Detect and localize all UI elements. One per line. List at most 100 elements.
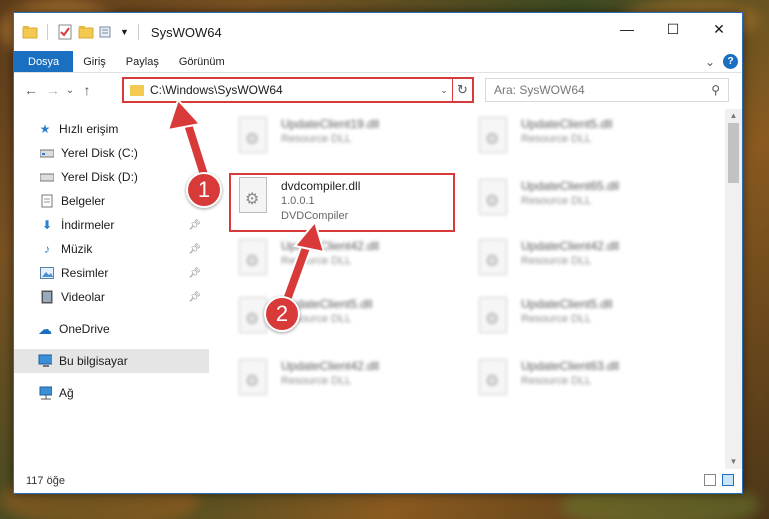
drive-icon — [40, 146, 54, 160]
file-item[interactable]: ⚙ UpdateClient5.dll Resource DLL — [471, 295, 691, 353]
step-2-badge: 2 — [264, 296, 300, 332]
file-version: 1.0.0.1 — [281, 195, 315, 207]
sidebar-item-label: Resimler — [61, 266, 109, 280]
address-bar[interactable]: C:\Windows\SysWOW64 ⌄ ↻ — [122, 77, 474, 103]
file-name: UpdateClient5.dll — [521, 117, 613, 131]
pin-icon[interactable]: 📌︎ — [188, 268, 201, 279]
file-name: UpdateClient42.dll — [281, 239, 380, 253]
tab-view[interactable]: Görünüm — [169, 51, 235, 72]
properties-icon[interactable] — [57, 24, 73, 40]
file-type: Resource DLL — [281, 375, 352, 387]
dll-file-icon: ⚙ — [235, 117, 273, 163]
file-item[interactable]: ⚙ UpdateClient5.dll Resource DLL — [231, 295, 451, 353]
maximize-button[interactable]: ☐ — [650, 13, 696, 45]
navigation-bar: ← → ⌄ ↑ C:\Windows\SysWOW64 ⌄ ↻ Ara: Sys… — [14, 73, 742, 107]
music-icon: ♪ — [44, 242, 50, 256]
file-type: Resource DLL — [521, 195, 592, 207]
scroll-down-icon[interactable]: ▼ — [725, 455, 742, 469]
tiles-view-icon[interactable] — [722, 474, 734, 486]
file-item[interactable]: ⚙ UpdateClient42.dll Resource DLL — [231, 237, 451, 295]
dll-file-icon: ⚙ — [235, 239, 273, 285]
sidebar-item-downloads[interactable]: ⬇ İndirmeler 📌︎ — [14, 213, 209, 237]
main-area: ★ Hızlı erişim Yerel Disk (C:) Yerel Dis… — [14, 109, 742, 469]
file-item[interactable]: ⚙ UpdateClient42.dll Resource DLL — [231, 357, 451, 415]
sidebar-item-label: Videolar — [61, 290, 105, 304]
forward-button[interactable]: → — [42, 82, 64, 98]
cloud-icon: ☁ — [38, 320, 52, 337]
minimize-button[interactable]: — — [604, 13, 650, 45]
customize-dropdown-icon[interactable]: ▼ — [120, 27, 129, 37]
sidebar-item-music[interactable]: ♪ Müzik 📌︎ — [14, 237, 209, 261]
file-type: Resource DLL — [281, 255, 352, 267]
sidebar-item-local-disk-c[interactable]: Yerel Disk (C:) — [14, 141, 209, 165]
documents-icon — [40, 194, 54, 208]
file-name: UpdateClient42.dll — [281, 359, 380, 373]
dll-file-icon: ⚙ — [475, 297, 513, 343]
recent-locations-button[interactable]: ⌄ — [64, 85, 76, 96]
divider — [137, 24, 139, 40]
sidebar-item-network[interactable]: Ağ — [14, 381, 209, 405]
vertical-scrollbar[interactable]: ▲ ▼ — [725, 109, 742, 469]
dll-file-icon: ⚙ — [235, 177, 273, 223]
video-icon — [40, 290, 54, 304]
expand-ribbon-icon[interactable]: ⌄ — [705, 55, 715, 69]
sidebar-item-pictures[interactable]: Resimler 📌︎ — [14, 261, 209, 285]
details-view-icon[interactable] — [704, 474, 716, 486]
pin-icon[interactable]: 📌︎ — [188, 244, 201, 255]
sidebar-item-label: Yerel Disk (D:) — [61, 170, 138, 184]
address-dropdown-icon[interactable]: ⌄ — [436, 85, 452, 96]
file-name: UpdateClient65.dll — [521, 179, 620, 193]
folder-icon — [130, 84, 144, 96]
sidebar-item-onedrive[interactable]: ☁ OneDrive — [14, 317, 209, 341]
navigation-pane: ★ Hızlı erişim Yerel Disk (C:) Yerel Dis… — [14, 109, 209, 469]
tab-home[interactable]: Giriş — [73, 51, 116, 72]
step-1-badge: 1 — [186, 172, 222, 208]
new-folder-icon[interactable] — [78, 24, 94, 40]
file-item[interactable]: ⚙ UpdateClient19.dll Resource DLL — [231, 115, 451, 173]
computer-icon — [38, 354, 52, 368]
sidebar-item-videos[interactable]: Videolar 📌︎ — [14, 285, 209, 309]
sidebar-item-label: Hızlı erişim — [59, 122, 119, 136]
address-path[interactable]: C:\Windows\SysWOW64 — [150, 83, 436, 97]
search-input[interactable]: Ara: SysWOW64 ⚲ — [485, 78, 729, 102]
window-controls: — ☐ ✕ — [604, 13, 742, 45]
file-type: Resource DLL — [521, 133, 592, 145]
sidebar-item-label: Müzik — [61, 242, 93, 256]
file-item[interactable]: ⚙ UpdateClient5.dll Resource DLL — [471, 115, 691, 173]
scrollbar-thumb[interactable] — [728, 123, 739, 183]
window-title: SysWOW64 — [150, 24, 222, 40]
file-name: UpdateClient42.dll — [521, 239, 620, 253]
file-name: UpdateClient19.dll — [281, 117, 380, 131]
file-item[interactable]: ⚙ UpdateClient42.dll Resource DLL — [471, 237, 691, 295]
drive-icon — [40, 170, 54, 184]
sidebar-item-this-pc[interactable]: Bu bilgisayar — [14, 349, 209, 373]
dll-file-icon: ⚙ — [235, 359, 273, 405]
explorer-window: ▼ SysWOW64 — ☐ ✕ Dosya Giriş Paylaş Görü… — [13, 12, 743, 494]
close-button[interactable]: ✕ — [696, 13, 742, 45]
search-icon: ⚲ — [711, 83, 720, 97]
pin-icon[interactable]: 📌︎ — [188, 220, 201, 231]
file-item[interactable]: ⚙ UpdateClient63.dll Resource DLL — [471, 357, 691, 415]
up-button[interactable]: ↑ — [76, 82, 98, 98]
help-icon[interactable]: ? — [723, 54, 738, 69]
sidebar-item-local-disk-d[interactable]: Yerel Disk (D:) — [14, 165, 209, 189]
scroll-up-icon[interactable]: ▲ — [725, 109, 742, 123]
sidebar-item-documents[interactable]: Belgeler — [14, 189, 209, 213]
tab-share[interactable]: Paylaş — [116, 51, 169, 72]
file-list: ⚙ UpdateClient19.dll Resource DLL ⚙ dvdco… — [209, 109, 742, 469]
file-item[interactable]: ⚙ UpdateClient65.dll Resource DLL — [471, 177, 691, 235]
rename-icon[interactable] — [99, 24, 115, 40]
file-description: DVDCompiler — [281, 210, 349, 222]
file-type: Resource DLL — [281, 133, 352, 145]
refresh-button[interactable]: ↻ — [452, 79, 472, 101]
tab-file[interactable]: Dosya — [14, 51, 74, 72]
sidebar-item-label: Ağ — [59, 386, 74, 400]
sidebar-item-quick-access[interactable]: ★ Hızlı erişim — [14, 117, 209, 141]
title-bar: ▼ SysWOW64 — ☐ ✕ — [14, 13, 742, 51]
sidebar-item-label: OneDrive — [59, 322, 110, 336]
ribbon-right: ⌄ ? — [705, 54, 738, 69]
file-item-dvdcompiler[interactable]: ⚙ dvdcompiler.dll 1.0.0.1 DVDCompiler — [229, 173, 455, 232]
network-icon — [38, 386, 52, 400]
pin-icon[interactable]: 📌︎ — [188, 292, 201, 303]
back-button[interactable]: ← — [20, 82, 42, 98]
